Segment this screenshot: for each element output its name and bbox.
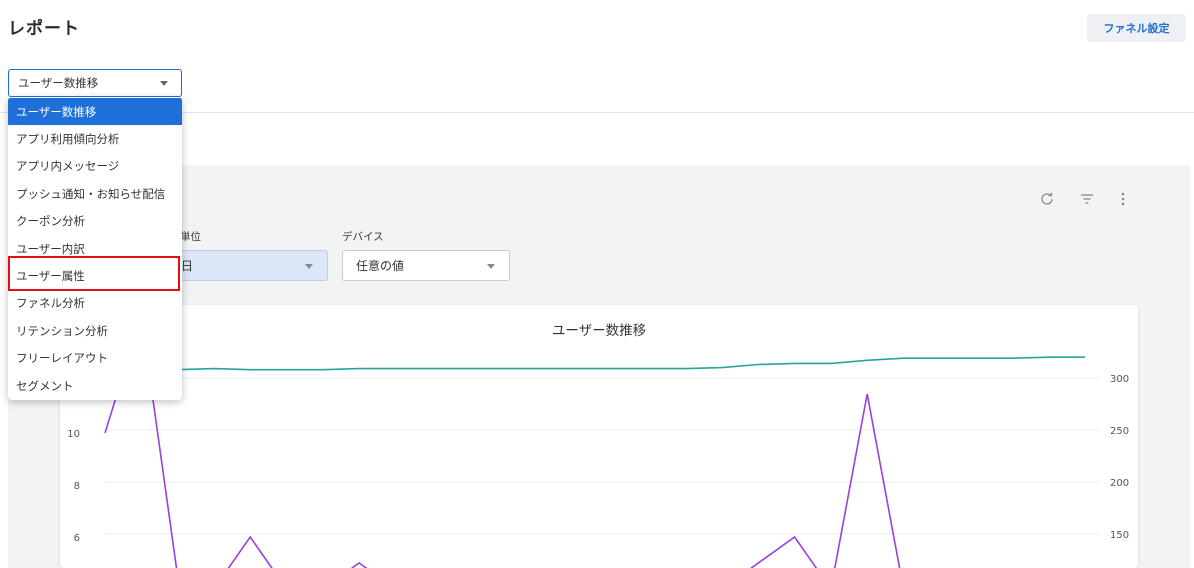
unit-label: 単位 [180,231,201,243]
filter-icon[interactable] [1080,190,1120,208]
dropdown-option[interactable]: ユーザー数推移 [8,98,182,125]
report-type-select-value: ユーザー数推移 [18,76,99,90]
chevron-down-icon [305,264,313,269]
left-axis-tick: 8 [74,481,80,492]
right-axis-tick: 150 [1110,530,1129,541]
dropdown-option[interactable]: ユーザー内訳 [8,235,182,262]
page-title: レポート [8,19,80,39]
right-axis-tick: 250 [1110,426,1129,437]
right-axis-tick: 200 [1110,478,1129,489]
left-axis-tick: 10 [67,429,80,440]
chart-card: ユーザー数推移 10 8 6 300 250 200 150 [60,305,1138,568]
dropdown-option[interactable]: ユーザー属性 [8,262,182,289]
right-axis-tick: 300 [1110,374,1129,385]
report-type-dropdown: ユーザー数推移 アプリ利用傾向分析 アプリ内メッセージ プッシュ通知・お知らせ配信 クー… [8,97,182,400]
report-type-select[interactable]: ユーザー数推移 [8,69,182,97]
chevron-down-icon [160,81,168,86]
dropdown-option[interactable]: フリーレイアウト [8,345,182,372]
left-axis-tick: 6 [74,533,80,544]
dropdown-option[interactable]: プッシュ通知・お知らせ配信 [8,180,182,207]
dropdown-option[interactable]: ファネル分析 [8,290,182,317]
unit-select-value: 日 [181,259,194,273]
panel-toolbar [1040,190,1160,208]
more-vert-icon[interactable] [1120,190,1160,208]
device-select-value: 任意の値 [356,259,405,273]
chevron-down-icon [487,264,495,269]
line-chart: 10 8 6 300 250 200 150 [67,315,1129,568]
dropdown-option[interactable]: アプリ内メッセージ [8,153,182,180]
series-line-0 [105,356,1085,371]
dropdown-option[interactable]: アプリ利用傾向分析 [8,125,182,152]
dropdown-option[interactable]: リテンション分析 [8,317,182,344]
dropdown-option[interactable]: クーポン分析 [8,208,182,235]
series-line-1 [104,315,901,568]
refresh-icon[interactable] [1040,190,1080,208]
device-label: デバイス [342,231,384,243]
unit-select[interactable]: 日 [172,250,328,281]
dropdown-option[interactable]: セグメント [8,372,182,399]
device-select[interactable]: 任意の値 [342,250,510,281]
funnel-settings-button[interactable]: ファネル設定 [1087,14,1186,42]
